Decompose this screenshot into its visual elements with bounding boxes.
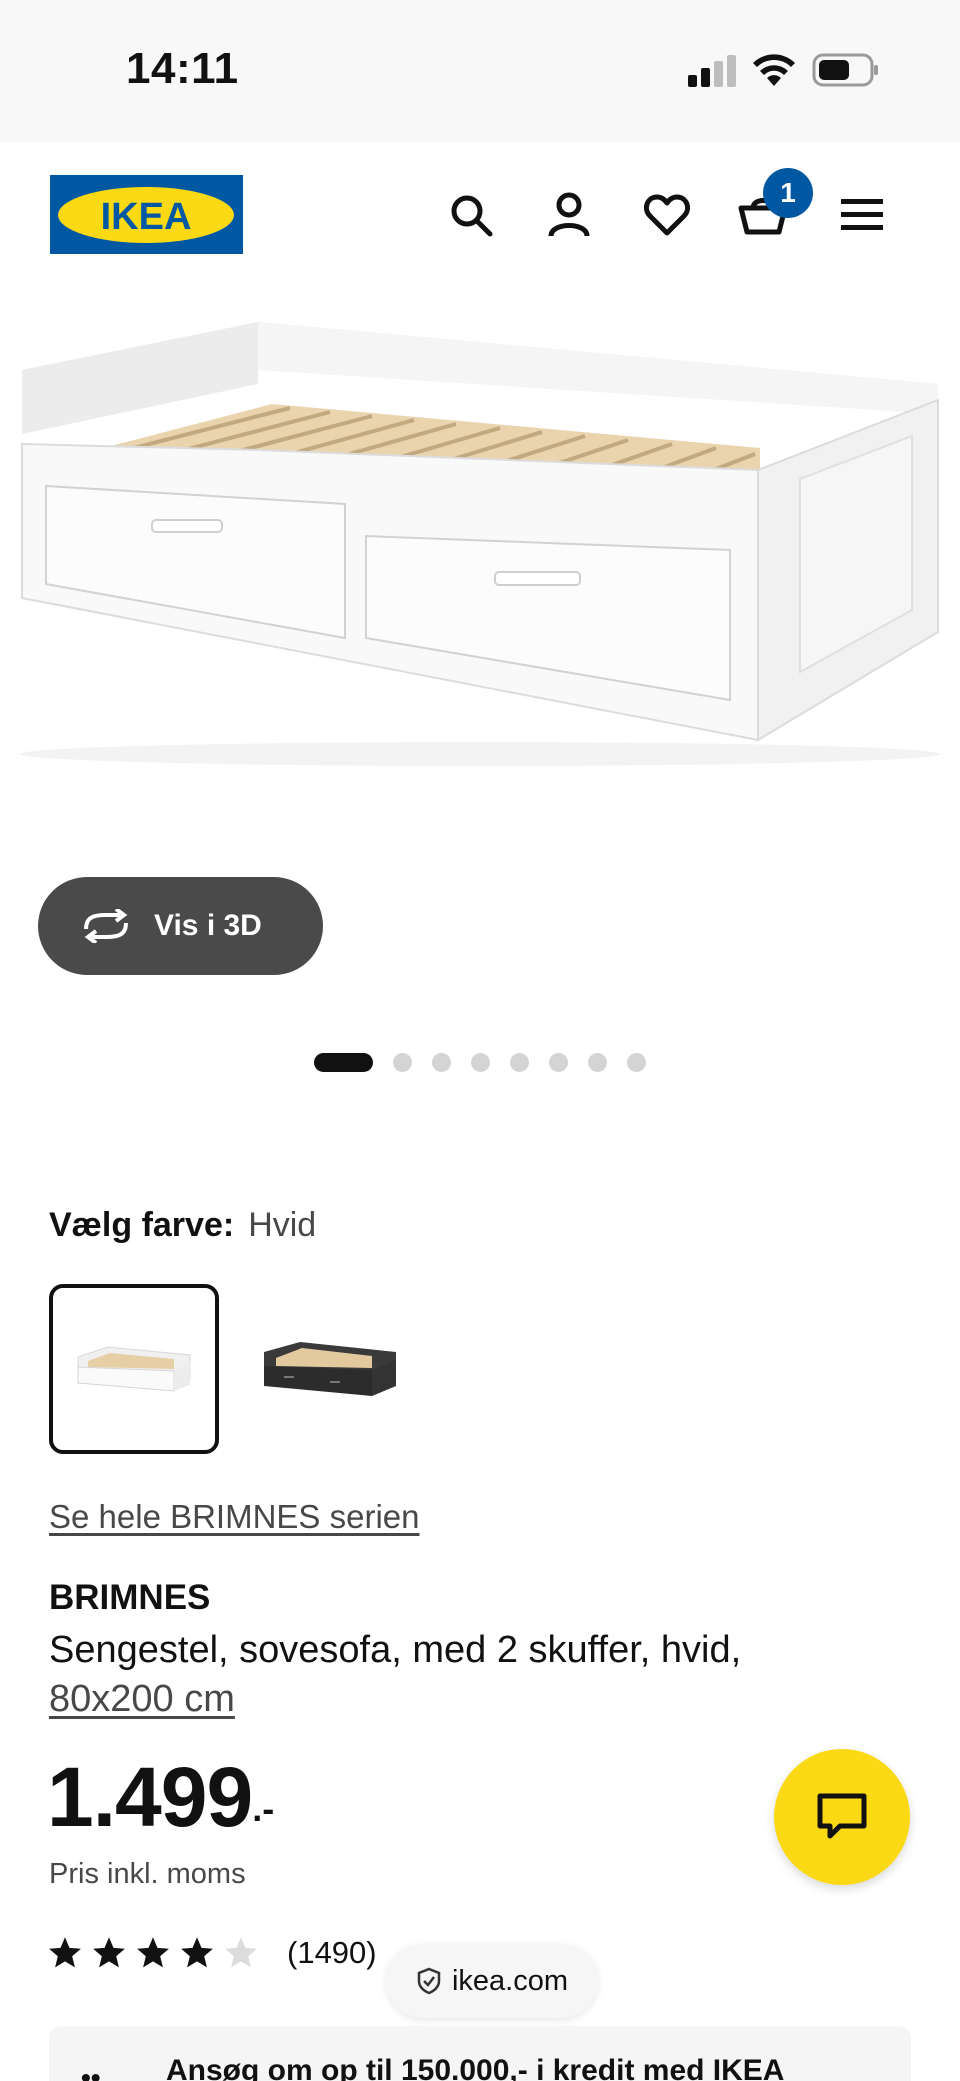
price-note: Pris inkl. moms	[49, 1858, 246, 1890]
credit-banner[interactable]: •• Ansøg om op til 150.000,- i kredit me…	[49, 2026, 911, 2081]
credit-icon: ••	[81, 2062, 101, 2081]
price-amount: 1.499	[47, 1750, 253, 1844]
carousel-dot[interactable]	[588, 1053, 607, 1072]
carousel-dot[interactable]	[393, 1053, 412, 1072]
ikea-logo[interactable]: IKEA	[50, 175, 243, 256]
price-suffix: .-	[252, 1788, 275, 1829]
star-filled-icon	[181, 1937, 213, 1968]
rotate-3d-icon	[84, 909, 128, 943]
carousel-dot[interactable]	[627, 1053, 646, 1072]
cart-count-badge: 1	[763, 168, 813, 218]
shield-check-icon	[417, 1967, 441, 1995]
account-icon	[548, 192, 590, 237]
chat-icon	[817, 1793, 867, 1839]
chat-button[interactable]	[774, 1749, 910, 1885]
rating-count: (1490)	[287, 1935, 377, 1970]
product-rating[interactable]: (1490)	[47, 1935, 377, 1971]
battery-icon	[812, 53, 878, 87]
color-swatch-white[interactable]	[49, 1284, 219, 1454]
carousel-dot[interactable]	[510, 1053, 529, 1072]
view-3d-button[interactable]: Vis i 3D	[38, 877, 323, 975]
series-link[interactable]: Se hele BRIMNES serien	[49, 1498, 420, 1536]
browser-url-pill[interactable]: ikea.com	[386, 1944, 598, 2018]
wifi-icon	[753, 54, 795, 86]
view-3d-label: Vis i 3D	[154, 909, 262, 942]
signal-icon	[688, 55, 736, 87]
search-icon	[451, 195, 493, 237]
star-filled-icon	[49, 1937, 81, 1968]
carousel-dots	[314, 1053, 666, 1072]
star-filled-icon	[93, 1937, 125, 1968]
carousel-dot[interactable]	[432, 1053, 451, 1072]
heart-icon	[644, 194, 690, 236]
product-page: 14:11 IKEA 1 Vis i 3D Vælg farve: Hvid S…	[0, 0, 960, 2081]
account-button[interactable]	[540, 186, 598, 244]
logo-text: IKEA	[101, 196, 192, 238]
white-bed-thumbnail	[77, 1346, 191, 1392]
status-bar: 14:11	[0, 0, 960, 142]
menu-button[interactable]	[833, 186, 891, 244]
black-bed-thumbnail	[264, 1342, 396, 1396]
product-price: 1.499 .-	[47, 1752, 274, 1842]
url-text: ikea.com	[451, 1964, 569, 1997]
credit-banner-text: Ansøg om op til 150.000,- i kredit med I…	[166, 2054, 785, 2081]
product-name: BRIMNES	[49, 1578, 211, 1617]
color-label-key: Vælg farve:	[49, 1206, 235, 1244]
product-description: Sengestel, sovesofa, med 2 skuffer, hvid…	[49, 1626, 869, 1724]
product-description-text: Sengestel, sovesofa, med 2 skuffer, hvid…	[49, 1629, 742, 1671]
product-size-link[interactable]: 80x200 cm	[49, 1678, 235, 1720]
color-selector-label: Vælg farve: Hvid	[49, 1206, 316, 1245]
carousel-dot[interactable]	[314, 1053, 373, 1072]
star-empty-icon	[225, 1937, 257, 1968]
color-selected-value: Hvid	[248, 1206, 317, 1244]
site-header: IKEA 1	[0, 142, 960, 256]
product-image[interactable]	[0, 254, 960, 874]
color-swatch-black[interactable]	[245, 1284, 415, 1454]
status-time: 14:11	[126, 44, 239, 93]
carousel-dot[interactable]	[471, 1053, 490, 1072]
carousel-dot[interactable]	[549, 1053, 568, 1072]
search-button[interactable]	[442, 186, 500, 244]
favorites-button[interactable]	[638, 186, 696, 244]
star-filled-icon	[137, 1937, 169, 1968]
menu-icon	[841, 199, 883, 230]
